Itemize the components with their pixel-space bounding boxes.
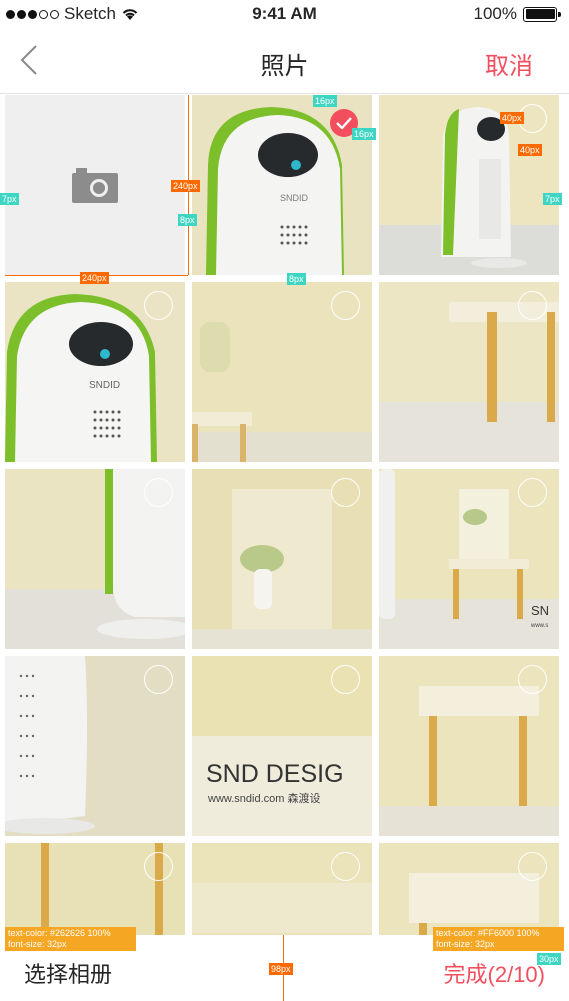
spec-tag-cell-height: 240px: [171, 180, 200, 192]
photo-thumbnail[interactable]: [379, 656, 559, 836]
nav-bar: 照片 取消: [0, 28, 569, 94]
photo-thumbnail[interactable]: [192, 843, 372, 935]
spec-tag-gap-top: 16px: [313, 95, 337, 107]
photo-design-text: SND DESIG: [206, 760, 344, 788]
photo-thumbnail[interactable]: [5, 656, 185, 836]
spec-tag-margin-right: 7px: [543, 193, 562, 205]
page-title: 照片: [260, 53, 309, 80]
select-circle-icon[interactable]: [331, 478, 360, 507]
photo-thumbnail[interactable]: [379, 95, 559, 275]
photo-thumbnail[interactable]: [379, 843, 559, 935]
photo-design-url: www.sndid.com 森渡设: [207, 791, 320, 805]
spec-tag-gap-right: 16px: [352, 128, 376, 140]
select-circle-icon[interactable]: [518, 665, 547, 694]
photo-thumbnail[interactable]: SN www.s: [379, 469, 559, 649]
spec-tag-circle-size-b: 40px: [518, 144, 542, 156]
photo-thumbnail[interactable]: [379, 282, 559, 462]
select-circle-icon[interactable]: [331, 852, 360, 881]
spec-tag-bar-height: 98px: [269, 963, 293, 975]
photo-brand-text: SNDID: [280, 193, 309, 203]
photo-grid: SNDID SNDID SN www.s SND DESIG www.sndid…: [5, 95, 565, 935]
select-circle-icon[interactable]: [518, 291, 547, 320]
select-album-button[interactable]: 选择相册: [24, 957, 112, 989]
select-circle-icon[interactable]: [144, 478, 173, 507]
photo-thumbnail[interactable]: [5, 843, 185, 935]
spec-tag-gap-row: 8px: [287, 273, 306, 285]
select-circle-icon[interactable]: [331, 665, 360, 694]
photo-url-text: www.s: [530, 623, 548, 629]
spec-tag-circle-size-a: 40px: [500, 112, 524, 124]
battery-percent: 100%: [473, 4, 517, 23]
select-circle-icon[interactable]: [518, 478, 547, 507]
photo-brand-text: SNDID: [89, 380, 120, 391]
spec-tag-right-text-style: text-color: #FF6000 100% font-size: 32px: [433, 927, 564, 951]
status-right: 100%: [473, 4, 561, 24]
select-circle-icon[interactable]: [518, 852, 547, 881]
photo-thumbnail[interactable]: [5, 469, 185, 649]
photo-thumbnail[interactable]: [192, 469, 372, 649]
select-circle-icon[interactable]: [331, 291, 360, 320]
photo-thumbnail[interactable]: SNDID: [192, 95, 372, 275]
spec-tag-cell-width: 240px: [80, 272, 109, 284]
select-circle-icon[interactable]: [144, 852, 173, 881]
spec-tag-margin-left: 7px: [0, 193, 19, 205]
done-button[interactable]: 完成(2/10): [444, 957, 545, 989]
camera-tile[interactable]: [5, 95, 185, 275]
battery-icon: [523, 6, 561, 22]
select-circle-icon[interactable]: [144, 291, 173, 320]
camera-icon: [72, 168, 118, 203]
photo-thumbnail[interactable]: [192, 282, 372, 462]
spec-tag-left-text-style: text-color: #262626 100% font-size: 32px: [5, 927, 136, 951]
photo-logo-text: SN: [531, 603, 549, 618]
spec-tag-gap-col: 8px: [178, 214, 197, 226]
spec-tag-right-margin: 30px: [537, 953, 561, 965]
select-circle-icon[interactable]: [144, 665, 173, 694]
cancel-button[interactable]: 取消: [485, 46, 533, 81]
photo-thumbnail[interactable]: SND DESIG www.sndid.com 森渡设: [192, 656, 372, 836]
photo-thumbnail[interactable]: SNDID: [5, 282, 185, 462]
status-bar: Sketch 9:41 AM 100%: [0, 0, 569, 28]
